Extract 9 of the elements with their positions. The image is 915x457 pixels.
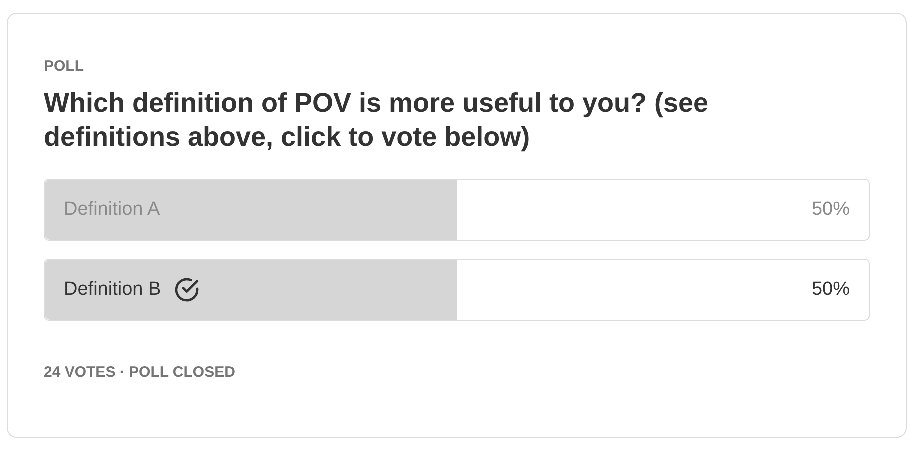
option-label: Definition A: [64, 198, 160, 222]
poll-question: Which definition of POV is more useful to you? (see definitions above, click to vote below): [44, 87, 710, 154]
poll-footer: 24 VOTES · POLL CLOSED: [44, 362, 236, 384]
check-circle-icon: [173, 276, 202, 304]
option-label: Definition B: [64, 278, 162, 302]
option-row[interactable]: Definition B 50%: [44, 259, 870, 321]
option-percent: 50%: [812, 278, 850, 302]
option-percent: 50%: [812, 198, 850, 222]
poll-label: POLL: [44, 58, 84, 76]
